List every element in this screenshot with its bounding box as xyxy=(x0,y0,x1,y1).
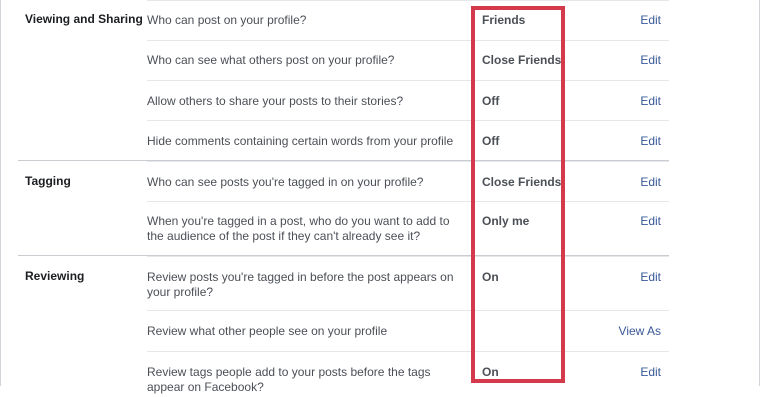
edit-link[interactable]: Edit xyxy=(640,214,661,228)
setting-row-who-can-see-others-posts[interactable]: Who can see what others post on your pro… xyxy=(147,40,669,80)
setting-question: Who can post on your profile? xyxy=(147,13,307,27)
edit-link[interactable]: Edit xyxy=(640,270,661,284)
setting-row-who-can-post[interactable]: Who can post on your profile? Friends Ed… xyxy=(147,0,669,40)
setting-question: Who can see posts you're tagged in on yo… xyxy=(147,175,424,189)
setting-value: On xyxy=(482,365,499,379)
edit-link[interactable]: Edit xyxy=(640,134,661,148)
section-label-tagging: Tagging xyxy=(25,174,71,188)
setting-question: When you're tagged in a post, who do you… xyxy=(147,214,450,243)
setting-question: Review what other people see on your pro… xyxy=(147,324,388,338)
settings-panel: Viewing and Sharing Who can post on your… xyxy=(0,0,760,394)
timeline-tagging-settings-table: Viewing and Sharing Who can post on your… xyxy=(18,0,669,396)
view-as-link[interactable]: View As xyxy=(619,324,661,338)
setting-value: On xyxy=(482,270,499,284)
setting-row-view-as[interactable]: Review what other people see on your pro… xyxy=(147,310,669,351)
section-label-viewing-and-sharing: Viewing and Sharing xyxy=(25,12,143,26)
setting-value: Only me xyxy=(482,214,530,228)
setting-row-tagged-posts-audience[interactable]: Who can see posts you're tagged in on yo… xyxy=(147,161,669,201)
edit-link[interactable]: Edit xyxy=(640,13,661,27)
setting-value: Off xyxy=(482,94,500,108)
setting-value: Close Friends xyxy=(482,53,562,67)
setting-question: Review posts you're tagged in before the… xyxy=(147,270,454,299)
edit-link[interactable]: Edit xyxy=(640,53,661,67)
edit-link[interactable]: Edit xyxy=(640,175,661,189)
setting-row-review-tagged-posts[interactable]: Review posts you're tagged in before the… xyxy=(147,256,669,310)
edit-link[interactable]: Edit xyxy=(640,365,661,379)
setting-question: Allow others to share your posts to thei… xyxy=(147,94,404,108)
section-reviewing: Reviewing Review posts you're tagged in … xyxy=(18,255,669,396)
setting-row-review-tags[interactable]: Review tags people add to your posts bef… xyxy=(147,351,669,397)
edit-link[interactable]: Edit xyxy=(640,94,661,108)
setting-question: Who can see what others post on your pro… xyxy=(147,53,395,67)
setting-row-hide-comments[interactable]: Hide comments containing certain words f… xyxy=(147,120,669,161)
setting-row-share-to-stories[interactable]: Allow others to share your posts to thei… xyxy=(147,80,669,120)
section-viewing-and-sharing: Viewing and Sharing Who can post on your… xyxy=(18,0,669,160)
setting-value: Friends xyxy=(482,13,526,27)
section-tagging: Tagging Who can see posts you're tagged … xyxy=(18,160,669,255)
setting-value: Off xyxy=(482,134,500,148)
setting-row-tag-audience-expansion[interactable]: When you're tagged in a post, who do you… xyxy=(147,201,669,256)
section-label-reviewing: Reviewing xyxy=(25,269,85,283)
setting-question: Hide comments containing certain words f… xyxy=(147,134,454,148)
setting-value: Close Friends xyxy=(482,175,562,189)
setting-question: Review tags people add to your posts bef… xyxy=(147,365,431,394)
